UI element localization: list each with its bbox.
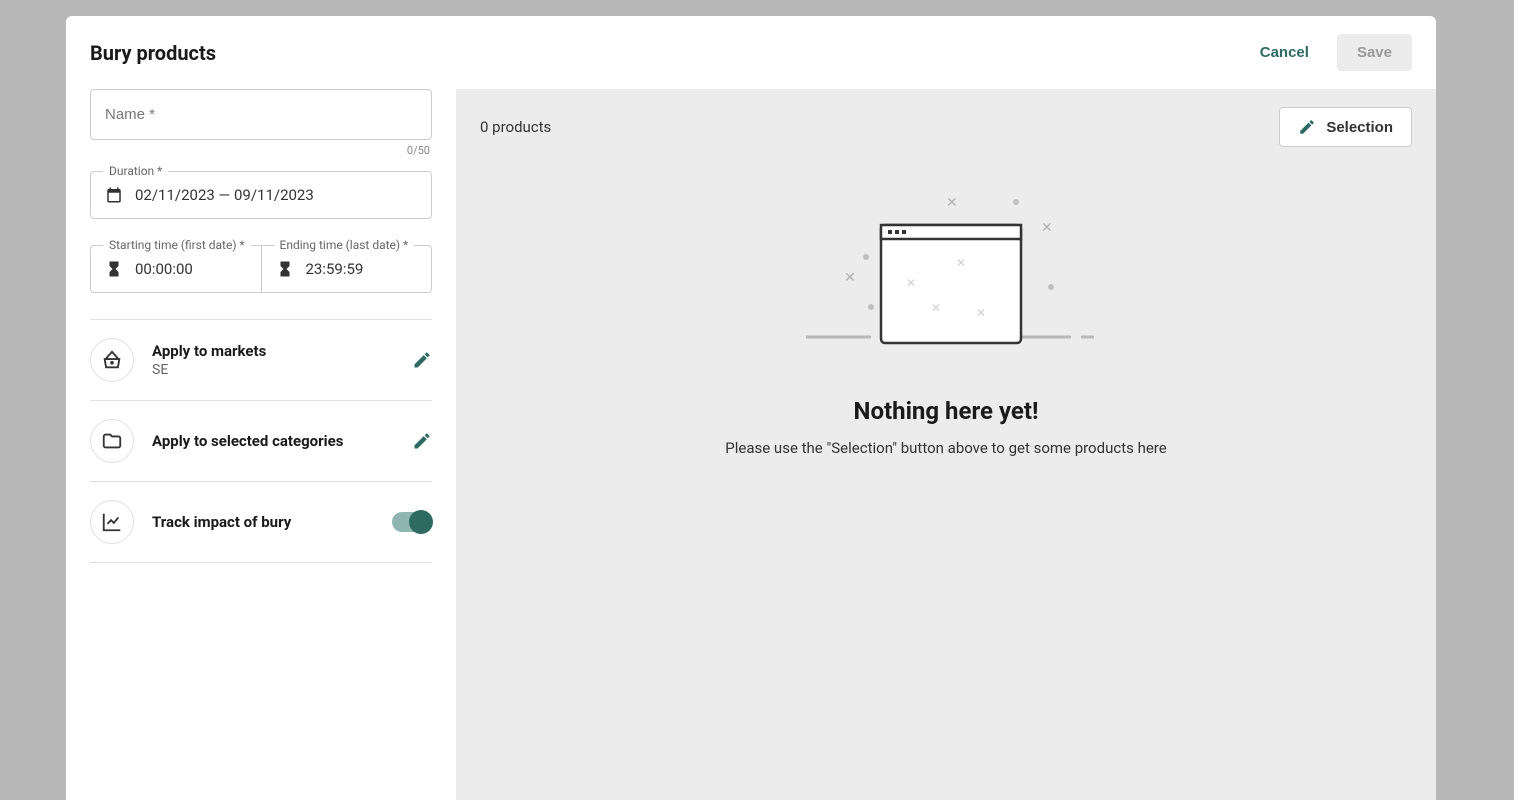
duration-value: 02/11/2023 — 09/11/2023: [135, 186, 314, 204]
selection-label: Selection: [1326, 119, 1393, 136]
toggle-knob: [409, 510, 433, 534]
categories-content: Apply to selected categories: [152, 432, 394, 450]
chart-icon: [101, 511, 123, 533]
svg-text:✕: ✕: [906, 276, 916, 290]
track-row: Track impact of bury: [90, 481, 432, 563]
empty-illustration: ✕ ✕ ✕ ✕ ✕ ✕ ✕: [796, 187, 1096, 367]
name-char-count: 0/50: [90, 144, 432, 157]
markets-content: Apply to markets SE: [152, 342, 394, 378]
svg-text:✕: ✕: [976, 306, 986, 320]
categories-row: Apply to selected categories: [90, 400, 432, 481]
markets-value: SE: [152, 362, 394, 378]
end-time-value: 23:59:59: [306, 260, 364, 278]
save-button[interactable]: Save: [1337, 34, 1412, 71]
folder-icon-circle: [90, 419, 134, 463]
markets-row: Apply to markets SE: [90, 319, 432, 400]
svg-text:✕: ✕: [844, 270, 856, 286]
modal-header: Bury products Cancel Save: [66, 16, 1436, 89]
calendar-icon: [105, 186, 123, 204]
right-panel: 0 products Selection: [456, 89, 1436, 800]
modal-body: 0/50 Duration * 02/11/2023 — 09/11/2023 …: [66, 89, 1436, 800]
product-count: 0 products: [480, 118, 551, 136]
header-actions: Cancel Save: [1248, 34, 1412, 71]
hourglass-icon: [105, 260, 123, 278]
pencil-icon: [1298, 118, 1316, 136]
end-time-label: Ending time (last date) *: [274, 238, 415, 252]
folder-icon: [101, 430, 123, 452]
left-panel: 0/50 Duration * 02/11/2023 — 09/11/2023 …: [66, 89, 456, 800]
empty-state: ✕ ✕ ✕ ✕ ✕ ✕ ✕ Nothing here yet! Please u…: [480, 177, 1412, 457]
hourglass-icon: [276, 260, 294, 278]
end-time-field[interactable]: Ending time (last date) * 23:59:59: [261, 245, 433, 293]
svg-text:✕: ✕: [956, 256, 966, 270]
categories-title: Apply to selected categories: [152, 432, 394, 450]
track-content: Track impact of bury: [152, 513, 374, 531]
svg-text:✕: ✕: [1041, 220, 1053, 236]
selection-button[interactable]: Selection: [1279, 107, 1412, 147]
time-row: Starting time (first date) * 00:00:00 En…: [90, 245, 432, 293]
start-time-label: Starting time (first date) *: [103, 238, 251, 252]
basket-icon-circle: [90, 338, 134, 382]
name-input[interactable]: [90, 89, 432, 140]
track-toggle[interactable]: [392, 512, 432, 532]
right-header: 0 products Selection: [480, 107, 1412, 147]
track-title: Track impact of bury: [152, 513, 374, 531]
empty-title: Nothing here yet!: [854, 397, 1039, 425]
name-field: [90, 89, 432, 140]
chart-icon-circle: [90, 500, 134, 544]
markets-title: Apply to markets: [152, 342, 394, 360]
modal-title: Bury products: [90, 41, 216, 65]
bury-products-modal: Bury products Cancel Save 0/50 Duration …: [66, 16, 1436, 800]
duration-label: Duration *: [103, 164, 168, 178]
pencil-icon[interactable]: [412, 350, 432, 370]
start-time-value: 00:00:00: [135, 260, 193, 278]
basket-icon: [101, 349, 123, 371]
duration-field[interactable]: Duration * 02/11/2023 — 09/11/2023: [90, 171, 432, 219]
start-time-field[interactable]: Starting time (first date) * 00:00:00: [90, 245, 261, 293]
empty-subtitle: Please use the "Selection" button above …: [725, 439, 1166, 457]
pencil-icon[interactable]: [412, 431, 432, 451]
cancel-button[interactable]: Cancel: [1248, 36, 1321, 69]
svg-text:✕: ✕: [931, 301, 941, 315]
svg-text:✕: ✕: [946, 195, 958, 211]
